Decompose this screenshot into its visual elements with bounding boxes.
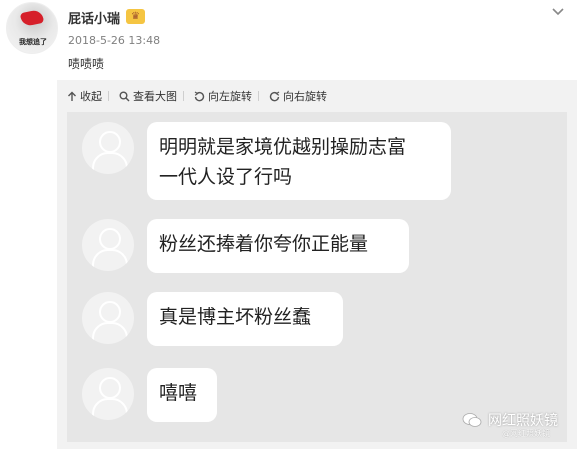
username[interactable]: 屁话小瑞	[68, 8, 120, 27]
image-viewer: 收起 查看大图 向左旋转 向右旋转 明明就是家境优越别操励志富 一代人设了行吗	[57, 80, 577, 449]
person-head-icon	[99, 301, 121, 323]
chat-message-line: 嘻嘻	[159, 382, 198, 404]
person-body-icon	[92, 152, 128, 174]
toolbar-divider	[108, 91, 109, 101]
post-image[interactable]: 明明就是家境优越别操励志富 一代人设了行吗 粉丝还捧着你夸你正能量 真是博主坏粉…	[67, 112, 567, 442]
person-body-icon	[92, 398, 128, 420]
post-text: 啧啧啧	[68, 57, 105, 71]
rotate-left-icon	[194, 90, 205, 101]
collapse-label: 收起	[80, 90, 102, 103]
watermark: 网红照妖镜	[462, 410, 558, 430]
rotate-left-button[interactable]: 向左旋转	[194, 88, 252, 104]
chat-message-line: 粉丝还捧着你夸你正能量	[159, 233, 369, 255]
rotate-right-icon	[269, 90, 280, 101]
chat-bubble: 真是博主坏粉丝蠢	[147, 292, 343, 346]
wechat-logo-icon	[462, 413, 482, 427]
chat-bubble: 明明就是家境优越别操励志富 一代人设了行吗	[147, 122, 451, 200]
chat-message-line: 真是博主坏粉丝蠢	[159, 306, 312, 328]
person-head-icon	[99, 131, 121, 153]
view-large-label: 查看大图	[133, 90, 177, 103]
chat-message-line: 明明就是家境优越别操励志富	[159, 136, 407, 158]
rotate-right-button[interactable]: 向右旋转	[269, 88, 327, 104]
view-large-button[interactable]: 查看大图	[119, 88, 177, 104]
chat-bubble: 粉丝还捧着你夸你正能量	[147, 219, 409, 273]
person-head-icon	[99, 377, 121, 399]
collapse-button[interactable]: 收起	[67, 88, 102, 104]
toolbar-divider	[183, 91, 184, 101]
avatar[interactable]: 我想追了	[6, 2, 58, 54]
avatar-text: 我想追了	[19, 38, 47, 46]
chat-avatar	[82, 368, 134, 420]
rotate-right-label: 向右旋转	[283, 90, 327, 103]
image-toolbar: 收起 查看大图 向左旋转 向右旋转	[57, 80, 577, 112]
chat-avatar	[82, 219, 134, 271]
person-body-icon	[92, 249, 128, 271]
magnifier-icon	[119, 91, 130, 102]
vip-crown-icon[interactable]: ♛	[126, 9, 145, 24]
rotate-left-label: 向左旋转	[208, 90, 252, 103]
arrow-up-icon	[68, 91, 76, 101]
person-body-icon	[92, 322, 128, 344]
watermark-subtext: @网红照妖镜	[502, 429, 550, 438]
watermark-text: 网红照妖镜	[488, 413, 558, 429]
chat-avatar	[82, 122, 134, 174]
avatar-red-object	[19, 8, 45, 28]
chat-avatar	[82, 292, 134, 344]
toolbar-divider	[258, 91, 259, 101]
chat-message-line: 一代人设了行吗	[159, 166, 293, 188]
chevron-down-icon[interactable]	[550, 4, 566, 20]
chat-bubble: 嘻嘻	[147, 368, 217, 422]
post-timestamp[interactable]: 2018-5-26 13:48	[68, 34, 160, 47]
person-head-icon	[99, 228, 121, 250]
